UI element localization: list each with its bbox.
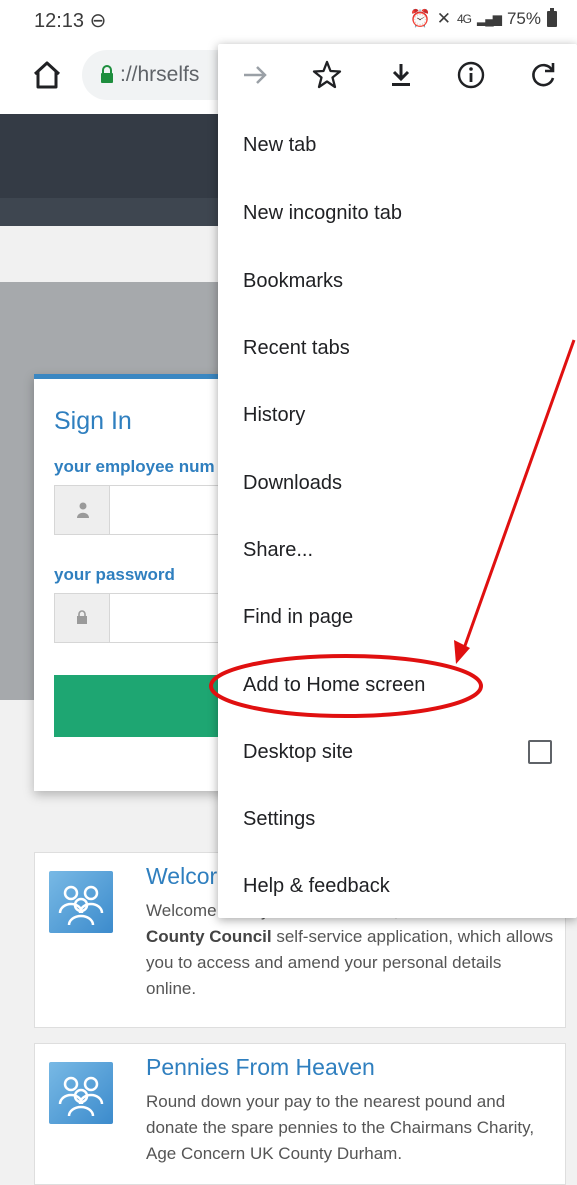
browser-menu: New tab New incognito tab Bookmarks Rece… bbox=[218, 44, 577, 918]
status-bar: 12:13 ⊖ ⏰ ✕ 4G ▂▄▆ 75% bbox=[0, 0, 577, 38]
signin-title: Sign In bbox=[54, 407, 132, 435]
input-addon bbox=[55, 594, 110, 642]
menu-icon-row bbox=[218, 44, 577, 110]
status-icons: ⏰ ✕ 4G ▂▄▆ 75% bbox=[409, 8, 557, 29]
password-label: your password bbox=[54, 565, 175, 584]
menu-item-downloads[interactable]: Downloads bbox=[243, 472, 342, 495]
input-addon bbox=[55, 486, 110, 534]
forward-arrow-icon[interactable] bbox=[238, 58, 272, 92]
card-text: Round down your pay to the nearest pound… bbox=[146, 1092, 535, 1163]
menu-item-new-tab[interactable]: New tab bbox=[243, 134, 316, 157]
people-icon bbox=[49, 871, 113, 933]
pennies-card: Pennies From Heaven Round down your pay … bbox=[34, 1043, 566, 1185]
download-icon[interactable] bbox=[384, 58, 418, 92]
home-icon[interactable] bbox=[30, 58, 64, 92]
menu-item-add-to-home-screen[interactable]: Add to Home screen bbox=[243, 674, 425, 697]
menu-item-history[interactable]: History bbox=[243, 404, 305, 427]
card-title: Pennies From Heaven bbox=[146, 1054, 375, 1080]
person-icon bbox=[77, 502, 89, 518]
alarm-icon: ⏰ bbox=[409, 9, 431, 28]
status-time: 12:13 ⊖ bbox=[34, 10, 107, 32]
refresh-icon[interactable] bbox=[526, 58, 560, 92]
menu-item-help-feedback[interactable]: Help & feedback bbox=[243, 875, 390, 898]
menu-item-find-in-page[interactable]: Find in page bbox=[243, 606, 353, 629]
menu-item-desktop-site[interactable]: Desktop site bbox=[243, 741, 353, 764]
signal-icon: ▂▄▆ bbox=[477, 12, 502, 26]
card-title: Welcor bbox=[146, 863, 218, 889]
battery-level: 75% bbox=[506, 9, 541, 28]
mute-icon: ✕ bbox=[436, 9, 451, 28]
network-type: 4G bbox=[456, 12, 472, 26]
lock-icon bbox=[101, 65, 113, 83]
people-icon bbox=[49, 1062, 113, 1124]
employee-number-label: your employee num bbox=[54, 457, 215, 476]
padlock-icon bbox=[77, 610, 87, 624]
desktop-site-checkbox[interactable] bbox=[528, 740, 552, 764]
menu-item-settings[interactable]: Settings bbox=[243, 808, 315, 831]
menu-item-new-incognito-tab[interactable]: New incognito tab bbox=[243, 202, 402, 225]
url-text: ://hrselfs bbox=[120, 63, 200, 86]
battery-icon bbox=[547, 8, 557, 27]
menu-item-share[interactable]: Share... bbox=[243, 539, 313, 562]
star-icon[interactable] bbox=[310, 58, 344, 92]
info-icon[interactable] bbox=[454, 58, 488, 92]
menu-item-recent-tabs[interactable]: Recent tabs bbox=[243, 337, 350, 360]
menu-item-bookmarks[interactable]: Bookmarks bbox=[243, 270, 343, 293]
